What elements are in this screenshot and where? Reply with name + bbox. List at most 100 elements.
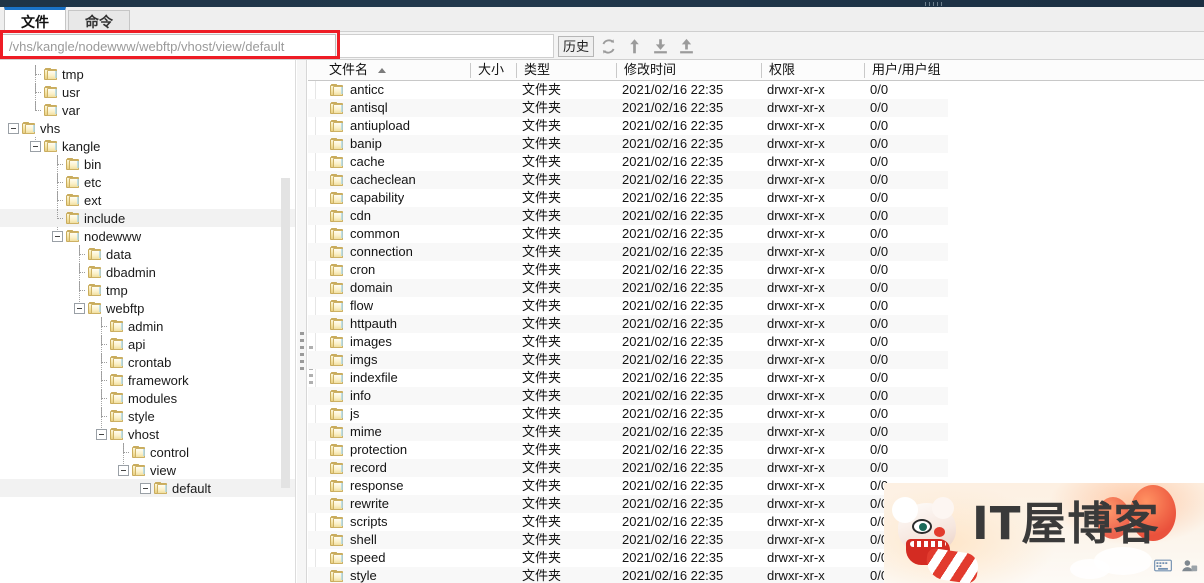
folder-icon (88, 248, 102, 260)
cell-perm: drwxr-xr-x (767, 190, 825, 205)
table-row[interactable]: record 文件夹 2021/02/16 22:35 drwxr-xr-x 0/0 (308, 459, 948, 477)
folder-icon (330, 426, 344, 438)
table-row[interactable]: connection 文件夹 2021/02/16 22:35 drwxr-xr-x 0… (308, 243, 948, 261)
table-row[interactable]: info 文件夹 2021/02/16 22:35 drwxr-xr-x 0/0 (308, 387, 948, 405)
keyboard-icon[interactable] (1154, 558, 1172, 573)
tree-vertical-scrollbar[interactable] (281, 178, 290, 488)
table-row[interactable]: anticc 文件夹 2021/02/16 22:35 drwxr-xr-x 0/0 (308, 81, 948, 99)
tab-files[interactable]: 文件 (4, 7, 66, 33)
path-input[interactable] (2, 34, 336, 58)
system-tray (1154, 558, 1198, 573)
column-header-size[interactable]: 大小 (471, 60, 516, 80)
column-header-name[interactable]: 文件名 (322, 60, 477, 80)
collapse-node-icon[interactable] (8, 122, 19, 134)
tree-node-style[interactable]: style (0, 407, 295, 425)
refresh-icon[interactable] (600, 37, 617, 56)
table-row[interactable]: style 文件夹 2021/02/16 22:35 drwxr-xr-x 0/0 (308, 567, 948, 583)
user-account-icon[interactable] (1180, 558, 1198, 573)
table-row[interactable]: rewrite 文件夹 2021/02/16 22:35 drwxr-xr-x 0/0 (308, 495, 948, 513)
sort-ascending-icon (377, 68, 386, 74)
download-icon[interactable] (652, 37, 669, 56)
tree-node-vhost[interactable]: vhost (0, 425, 295, 443)
tree-node-dbadmin[interactable]: dbadmin (0, 263, 295, 281)
tree-node-kangle[interactable]: kangle (0, 137, 295, 155)
table-row[interactable]: domain 文件夹 2021/02/16 22:35 drwxr-xr-x 0/0 (308, 279, 948, 297)
table-row[interactable]: cacheclean 文件夹 2021/02/16 22:35 drwxr-xr-x 0… (308, 171, 948, 189)
folder-icon (44, 86, 58, 98)
tree-node-label: crontab (128, 354, 172, 370)
table-row[interactable]: httpauth 文件夹 2021/02/16 22:35 drwxr-xr-x 0/0 (308, 315, 948, 333)
tree-node-vhs[interactable]: vhs (0, 119, 295, 137)
tree-node-data[interactable]: data (0, 245, 295, 263)
cell-owner: 0/0 (870, 82, 889, 97)
tree-node-default[interactable]: default (0, 479, 295, 497)
collapse-node-icon[interactable] (74, 302, 85, 314)
table-row[interactable]: cache 文件夹 2021/02/16 22:35 drwxr-xr-x 0/0 (308, 153, 948, 171)
tree-node-var[interactable]: var (0, 101, 295, 119)
collapse-node-icon[interactable] (140, 482, 151, 494)
table-row[interactable]: antisql 文件夹 2021/02/16 22:35 drwxr-xr-x 0/0 (308, 99, 948, 117)
tree-node-etc[interactable]: etc (0, 173, 295, 191)
upload-icon[interactable] (678, 37, 695, 56)
table-row[interactable]: flow 文件夹 2021/02/16 22:35 drwxr-xr-x 0/0 (308, 297, 948, 315)
cell-mtime: 2021/02/16 22:35 (622, 82, 724, 97)
cell-name: connection (350, 244, 413, 259)
folder-icon (330, 498, 344, 510)
collapse-node-icon[interactable] (52, 230, 63, 242)
folder-icon (330, 264, 344, 276)
table-row[interactable]: images 文件夹 2021/02/16 22:35 drwxr-xr-x 0/0 (308, 333, 948, 351)
table-row[interactable]: capability 文件夹 2021/02/16 22:35 drwxr-xr-x 0… (308, 189, 948, 207)
column-header-owner[interactable]: 用户/用户组 (865, 60, 975, 80)
cell-name: capability (350, 190, 405, 205)
table-row[interactable]: mime 文件夹 2021/02/16 22:35 drwxr-xr-x 0/0 (308, 423, 948, 441)
table-row[interactable]: scripts 文件夹 2021/02/16 22:35 drwxr-xr-x 0/0 (308, 513, 948, 531)
cell-perm: drwxr-xr-x (767, 388, 825, 403)
pane-splitter[interactable] (296, 60, 307, 583)
tree-node-tmp[interactable]: tmp (0, 65, 295, 83)
table-row[interactable]: imgs 文件夹 2021/02/16 22:35 drwxr-xr-x 0/0 (308, 351, 948, 369)
table-row[interactable]: indexfile 文件夹 2021/02/16 22:35 drwxr-xr-x 0/… (308, 369, 948, 387)
tree-node-bin[interactable]: bin (0, 155, 295, 173)
table-row[interactable]: protection 文件夹 2021/02/16 22:35 drwxr-xr-x 0… (308, 441, 948, 459)
tree-node-view[interactable]: view (0, 461, 295, 479)
table-row[interactable]: banip 文件夹 2021/02/16 22:35 drwxr-xr-x 0/0 (308, 135, 948, 153)
tree-node-crontab[interactable]: crontab (0, 353, 295, 371)
collapse-node-icon[interactable] (30, 140, 41, 152)
cell-owner: 0/0 (870, 352, 889, 367)
cell-mtime: 2021/02/16 22:35 (622, 298, 724, 313)
cell-perm: drwxr-xr-x (767, 262, 825, 277)
collapse-node-icon[interactable] (96, 428, 107, 440)
table-row[interactable]: common 文件夹 2021/02/16 22:35 drwxr-xr-x 0/0 (308, 225, 948, 243)
table-row[interactable]: cdn 文件夹 2021/02/16 22:35 drwxr-xr-x 0/0 (308, 207, 948, 225)
history-button[interactable]: 历史 (558, 36, 594, 57)
column-header-type[interactable]: 类型 (517, 60, 617, 80)
tree-node-api[interactable]: api (0, 335, 295, 353)
parent-directory-icon[interactable] (626, 37, 643, 56)
table-row[interactable]: cron 文件夹 2021/02/16 22:35 drwxr-xr-x 0/0 (308, 261, 948, 279)
tree-node-tmp[interactable]: tmp (0, 281, 295, 299)
cell-perm: drwxr-xr-x (767, 298, 825, 313)
directory-tree-pane[interactable]: tmp usr var vhs kangle bin etc ext include nodeww… (0, 60, 296, 583)
tree-node-label: ext (84, 192, 102, 208)
tree-node-ext[interactable]: ext (0, 191, 295, 209)
folder-icon (330, 354, 344, 366)
column-header-mtime[interactable]: 修改时间 (617, 60, 762, 80)
tab-commands[interactable]: 命令 (68, 10, 130, 33)
collapse-node-icon[interactable] (118, 464, 129, 476)
table-row[interactable]: response 文件夹 2021/02/16 22:35 drwxr-xr-x 0/0 (308, 477, 948, 495)
cell-mtime: 2021/02/16 22:35 (622, 190, 724, 205)
search-input[interactable] (338, 34, 554, 58)
tree-node-admin[interactable]: admin (0, 317, 295, 335)
table-row[interactable]: antiupload 文件夹 2021/02/16 22:35 drwxr-xr-x 0… (308, 117, 948, 135)
tree-node-include[interactable]: include (0, 209, 295, 227)
tree-node-control[interactable]: control (0, 443, 295, 461)
tree-node-modules[interactable]: modules (0, 389, 295, 407)
tree-node-usr[interactable]: usr (0, 83, 295, 101)
tree-node-framework[interactable]: framework (0, 371, 295, 389)
tree-node-webftp[interactable]: webftp (0, 299, 295, 317)
table-row[interactable]: shell 文件夹 2021/02/16 22:35 drwxr-xr-x 0/0 (308, 531, 948, 549)
table-row[interactable]: js 文件夹 2021/02/16 22:35 drwxr-xr-x 0/0 (308, 405, 948, 423)
tree-node-nodewww[interactable]: nodewww (0, 227, 295, 245)
column-header-perm[interactable]: 权限 (762, 60, 864, 80)
table-row[interactable]: speed 文件夹 2021/02/16 22:35 drwxr-xr-x 0/0 (308, 549, 948, 567)
